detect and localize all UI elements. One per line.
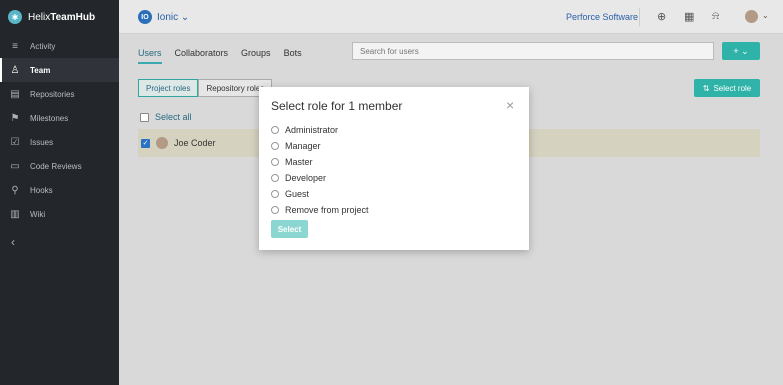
- role-option-label: Administrator: [285, 125, 339, 135]
- sidebar-item-activity[interactable]: ≡ Activity: [0, 34, 119, 58]
- avatar: [156, 137, 168, 149]
- search-users-input[interactable]: [352, 42, 714, 60]
- dialog-title: Select role for 1 member: [271, 99, 403, 113]
- role-options: Administrator Manager Master Developer G…: [271, 122, 369, 218]
- sidebar: ✱ HelixTeamHub ≡ Activity ♙ Team ▤ Repos…: [0, 0, 119, 385]
- chevron-down-icon[interactable]: ⌄: [762, 11, 769, 20]
- brand-name: HelixTeamHub: [28, 11, 96, 23]
- select-role-button[interactable]: ⇅ Select role: [694, 79, 760, 97]
- sidebar-item-team[interactable]: ♙ Team: [0, 58, 119, 82]
- issue-checkbox-icon: ☑: [10, 136, 20, 148]
- select-role-label: Select role: [713, 83, 752, 93]
- brand[interactable]: ✱ HelixTeamHub: [0, 0, 119, 34]
- tab-collaborators[interactable]: Collaborators: [175, 48, 229, 64]
- select-all[interactable]: Select all: [140, 112, 192, 122]
- close-icon[interactable]: ×: [506, 98, 514, 112]
- repository-icon: ▤: [10, 88, 20, 100]
- sidebar-item-hooks[interactable]: ⚲ Hooks: [0, 178, 119, 202]
- select-all-label: Select all: [155, 112, 192, 122]
- top-bar-divider: [639, 8, 640, 26]
- sidebar-item-label: Activity: [30, 41, 56, 51]
- hook-icon: ⚲: [11, 184, 19, 196]
- role-option-guest[interactable]: Guest: [271, 186, 369, 202]
- role-option-label: Developer: [285, 173, 327, 183]
- radio-button[interactable]: [271, 190, 279, 198]
- sidebar-item-milestones[interactable]: ⚑ Milestones: [0, 106, 119, 130]
- project-switcher[interactable]: Ionic ⌄: [157, 12, 189, 23]
- role-option-label: Remove from project: [285, 205, 369, 215]
- user-avatar[interactable]: [745, 10, 758, 23]
- member-checkbox[interactable]: ✓: [141, 138, 150, 148]
- team-icon: ♙: [10, 64, 20, 76]
- sidebar-item-label: Team: [30, 65, 51, 75]
- select-all-checkbox[interactable]: [140, 112, 149, 122]
- radio-button[interactable]: [271, 158, 279, 166]
- flag-icon: ⚑: [10, 112, 20, 124]
- sidebar-item-label: Code Reviews: [30, 161, 82, 171]
- radio-button[interactable]: [271, 142, 279, 150]
- sidebar-item-wiki[interactable]: ▥ Wiki: [0, 202, 119, 226]
- add-circle-icon[interactable]: ⊕: [657, 10, 666, 23]
- role-option-manager[interactable]: Manager: [271, 138, 369, 154]
- role-option-label: Manager: [285, 141, 321, 151]
- role-sort-icon: ⇅: [702, 83, 710, 93]
- sidebar-item-label: Hooks: [30, 185, 53, 195]
- select-button[interactable]: Select: [271, 220, 308, 238]
- radio-button[interactable]: [271, 206, 279, 214]
- select-role-dialog: Select role for 1 member × Administrator…: [259, 87, 529, 250]
- project-roles-button[interactable]: Project roles: [138, 79, 199, 97]
- project-avatar[interactable]: IO: [138, 10, 152, 24]
- bell-icon[interactable]: ⍾: [712, 10, 719, 23]
- sidebar-item-repositories[interactable]: ▤ Repositories: [0, 82, 119, 106]
- radio-button[interactable]: [271, 174, 279, 182]
- sidebar-item-label: Milestones: [30, 113, 69, 123]
- collapse-sidebar-icon[interactable]: ‹: [0, 235, 119, 249]
- team-tabs: Users Collaborators Groups Bots: [138, 48, 302, 64]
- sidebar-item-label: Issues: [30, 137, 54, 147]
- role-option-remove[interactable]: Remove from project: [271, 202, 369, 218]
- sidebar-item-issues[interactable]: ☑ Issues: [0, 130, 119, 154]
- grid-icon[interactable]: ▦: [684, 10, 694, 23]
- tab-users[interactable]: Users: [138, 48, 162, 64]
- organization-link[interactable]: Perforce Software: [566, 12, 638, 22]
- role-option-master[interactable]: Master: [271, 154, 369, 170]
- role-option-label: Guest: [285, 189, 310, 199]
- role-option-developer[interactable]: Developer: [271, 170, 369, 186]
- role-option-label: Master: [285, 157, 313, 167]
- add-member-button[interactable]: + ⌄: [722, 42, 760, 60]
- tab-groups[interactable]: Groups: [241, 48, 271, 64]
- code-review-icon: ▭: [10, 160, 20, 172]
- book-icon: ▥: [10, 208, 20, 220]
- hub-logo-icon: ✱: [8, 10, 22, 24]
- top-bar: IO Ionic ⌄ Perforce Software ⊕ ▦ ⍾ ⌄: [119, 0, 783, 34]
- member-name: Joe Coder: [174, 138, 216, 148]
- sidebar-item-code-reviews[interactable]: ▭ Code Reviews: [0, 154, 119, 178]
- radio-button[interactable]: [271, 126, 279, 134]
- role-option-administrator[interactable]: Administrator: [271, 122, 369, 138]
- role-type-toggle: Project roles Repository roles: [138, 79, 273, 97]
- tab-bots[interactable]: Bots: [284, 48, 302, 64]
- sidebar-item-label: Wiki: [30, 209, 46, 219]
- activity-icon: ≡: [12, 40, 18, 52]
- sidebar-item-label: Repositories: [30, 89, 75, 99]
